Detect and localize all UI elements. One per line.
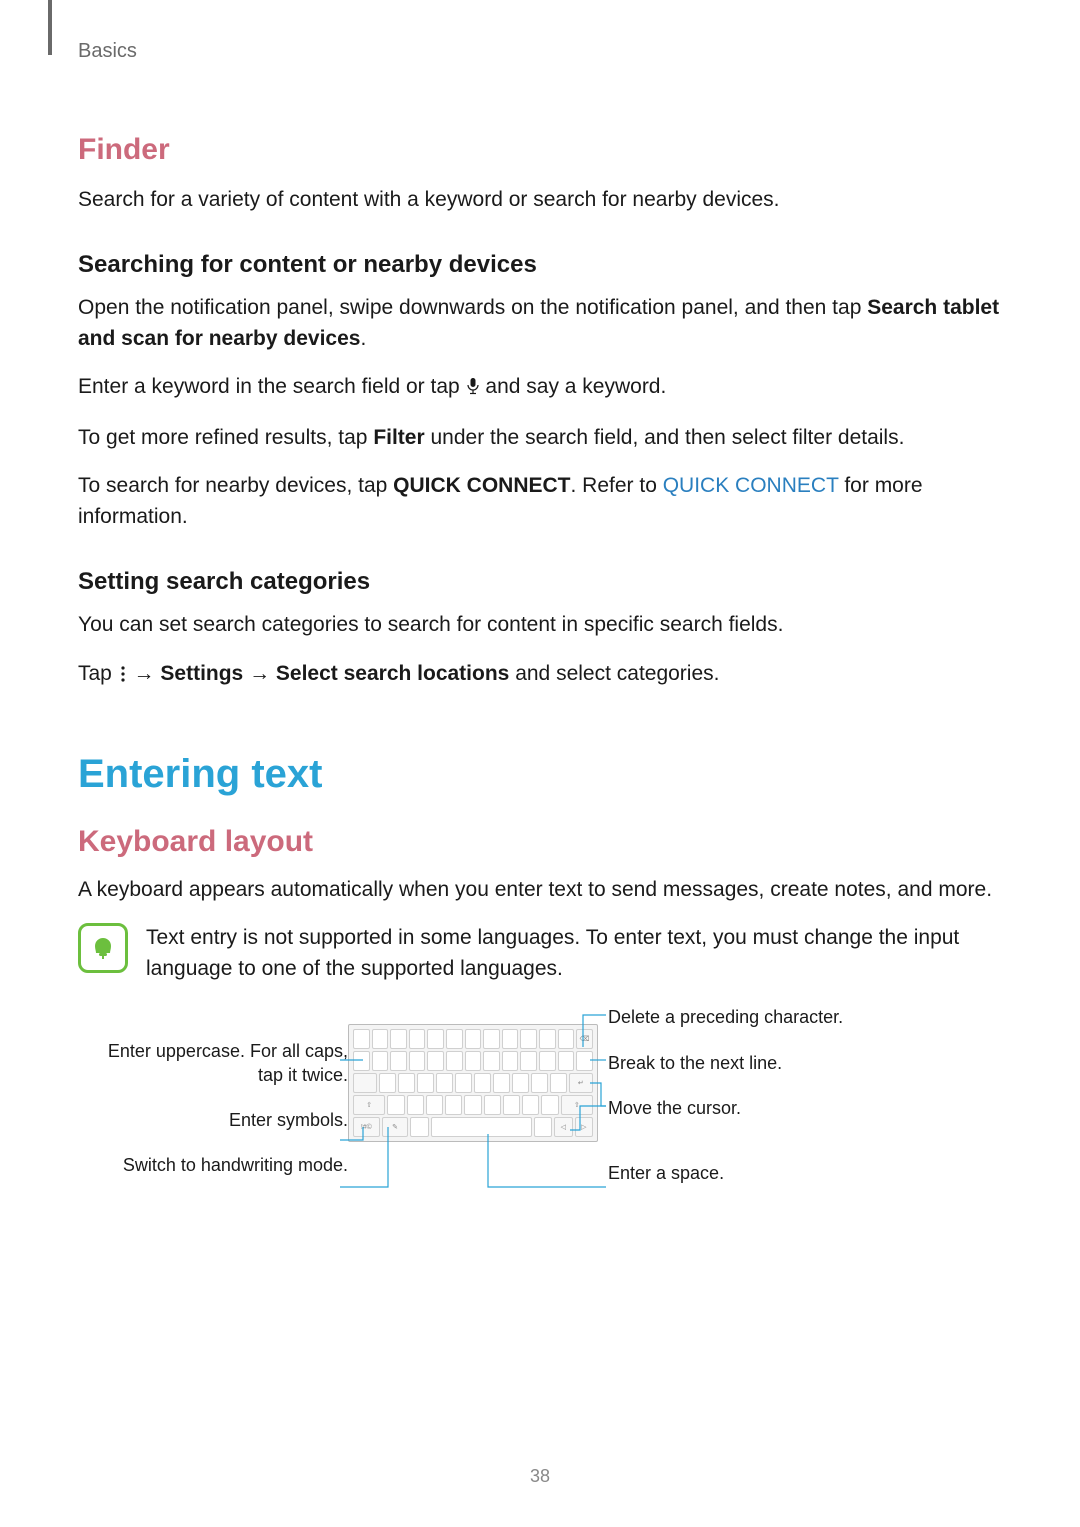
caps-key — [353, 1073, 377, 1093]
shift-key-right: ⇧ — [561, 1095, 593, 1115]
finder-p2: Enter a keyword in the search field or t… — [78, 372, 1002, 404]
heading-keyboard-layout: Keyboard layout — [78, 825, 1002, 859]
note-icon — [78, 923, 128, 973]
keyboard-layout-p1: A keyboard appears automatically when yo… — [78, 875, 1002, 905]
callout-uppercase: Enter uppercase. For all caps, tap it tw… — [78, 1040, 348, 1087]
categories-p1: You can set search categories to search … — [78, 610, 1002, 640]
text: under the search field, and then select … — [425, 426, 905, 449]
keyboard-diagram: Enter uppercase. For all caps, tap it tw… — [78, 1012, 1002, 1272]
bold-text: QUICK CONNECT — [393, 474, 570, 497]
text: → — [134, 662, 161, 685]
note-block: Text entry is not supported in some lang… — [78, 923, 1002, 984]
text: Open the notification panel, swipe downw… — [78, 296, 867, 319]
text: and say a keyword. — [485, 375, 666, 398]
cursor-right-key: ▷ — [575, 1117, 593, 1137]
callout-handwriting: Switch to handwriting mode. — [78, 1154, 348, 1177]
cursor-left-key: ◁ — [554, 1117, 572, 1137]
text: . — [360, 327, 366, 350]
subheading-searching: Searching for content or nearby devices — [78, 251, 1002, 279]
categories-p2: Tap → Settings → Select search locations… — [78, 659, 1002, 692]
finder-intro: Search for a variety of content with a k… — [78, 185, 1002, 215]
handwriting-key: ✎ — [382, 1117, 409, 1137]
callout-break: Break to the next line. — [608, 1052, 968, 1075]
shift-key: ⇧ — [353, 1095, 385, 1115]
link-quick-connect[interactable]: QUICK CONNECT — [663, 474, 839, 497]
callout-cursor: Move the cursor. — [608, 1097, 968, 1120]
callout-symbols: Enter symbols. — [78, 1109, 348, 1132]
bold-text: Select search locations — [276, 662, 509, 685]
subheading-categories: Setting search categories — [78, 568, 1002, 596]
text: Tap — [78, 662, 118, 685]
finder-p1: Open the notification panel, swipe downw… — [78, 293, 1002, 354]
bold-text: Filter — [373, 426, 424, 449]
heading-finder: Finder — [78, 133, 1002, 167]
text: To get more refined results, tap — [78, 426, 373, 449]
enter-key: ↵ — [569, 1073, 593, 1093]
microphone-icon — [466, 374, 480, 404]
text: → — [243, 662, 276, 685]
backspace-key: ⌫ — [576, 1029, 593, 1049]
text: and select categories. — [509, 662, 719, 685]
text: Enter a keyword in the search field or t… — [78, 375, 466, 398]
running-header: Basics — [78, 40, 1002, 63]
callout-space: Enter a space. — [608, 1162, 968, 1185]
more-options-icon — [120, 662, 126, 692]
callout-delete: Delete a preceding character. — [608, 1006, 968, 1029]
keyboard-graphic: ⌫ ↵ ⇧ ⇧ !#©✎ ◁▷ — [348, 1024, 598, 1142]
text: . Refer to — [571, 474, 663, 497]
note-text: Text entry is not supported in some lang… — [146, 923, 1002, 984]
text: To search for nearby devices, tap — [78, 474, 393, 497]
space-key — [431, 1117, 532, 1137]
bold-text: Settings — [160, 662, 243, 685]
heading-entering-text: Entering text — [78, 752, 1002, 797]
page-number: 38 — [0, 1466, 1080, 1487]
finder-p4: To search for nearby devices, tap QUICK … — [78, 471, 1002, 532]
symbols-key: !#© — [353, 1117, 380, 1137]
finder-p3: To get more refined results, tap Filter … — [78, 423, 1002, 453]
